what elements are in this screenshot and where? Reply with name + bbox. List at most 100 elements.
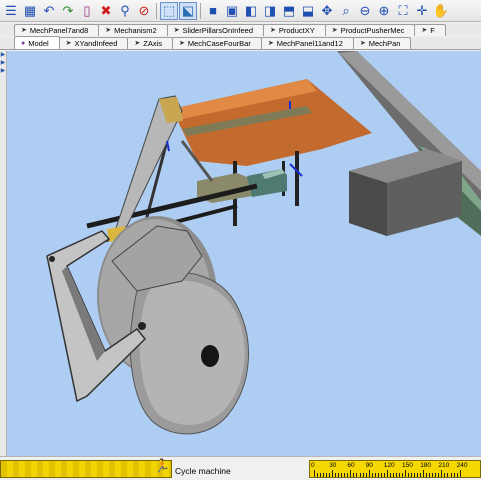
ruler-minor-tick [398, 473, 400, 477]
model-icon: ● [21, 39, 26, 47]
cycle-machine-label: Cycle machine [175, 466, 231, 476]
mechanism-icon: ➤ [21, 27, 27, 34]
view-bottom-icon[interactable]: ⬓ [299, 2, 317, 20]
view-right-icon[interactable]: ◨ [261, 2, 279, 20]
zoom-fit-icon[interactable]: ⌕ [337, 2, 355, 20]
tab-mechpanel11and12[interactable]: ➤ MechPanel11and12 [260, 37, 354, 49]
ruler-minor-tick [453, 473, 455, 477]
ruler-minor-tick [344, 473, 346, 477]
ruler-minor-tick [389, 473, 391, 477]
mechanism-icon: ➤ [270, 27, 276, 34]
fit-window-icon[interactable]: ⛶ [394, 2, 412, 20]
ruler-minor-tick [392, 473, 394, 477]
tab-label: Model [28, 38, 49, 48]
view-front-icon[interactable]: ■ [204, 2, 222, 20]
panel-arrow-icon[interactable]: ▶ [0, 67, 6, 75]
ruler-minor-tick [420, 473, 422, 477]
tab-sliderpillarsoninfeed[interactable]: ➤ SliderPillarsOnInfeed [166, 24, 264, 36]
mechanism-icon: ➤ [421, 27, 428, 34]
tab-label: ProductXY [278, 26, 315, 35]
ruler-minor-tick [456, 473, 458, 477]
ruler-minor-tick [426, 473, 428, 477]
ruler-minor-tick [335, 473, 337, 477]
mechanism-icon: ➤ [331, 27, 338, 34]
mechanism-icon: ➤ [359, 40, 366, 47]
ruler-tick-label: 210 [438, 462, 450, 469]
mechanism-icon: ➤ [134, 40, 141, 47]
zoom-in-icon[interactable]: ⊕ [375, 2, 393, 20]
ruler-tick-label: 240 [456, 462, 468, 469]
tab-label: MechCaseFourBar [187, 39, 251, 48]
cam-shaft-hole [201, 345, 219, 367]
redo-icon[interactable]: ↷ [59, 2, 77, 20]
ruler-tick-label: 30 [329, 462, 337, 469]
select-icon[interactable]: ⬚ [160, 1, 178, 20]
ruler-minor-tick [368, 473, 370, 477]
tab-label: F [430, 26, 435, 35]
ruler-minor-tick [353, 473, 355, 477]
mechanism-icon: ➤ [173, 27, 180, 34]
ruler-minor-tick [332, 473, 334, 477]
ruler-minor-tick [435, 473, 437, 477]
zoom-out-icon[interactable]: ⊖ [356, 2, 374, 20]
hand-icon[interactable]: ✋ [432, 2, 450, 20]
tab-label: ZAxis [143, 39, 162, 48]
ruler-minor-tick [323, 473, 325, 477]
main-toolbar: ☰ ▦ ↶ ↷ ▯ ✖ ⚲ ⊘ ⬚ ⬕ ■ ▣ ◧ ◨ ⬒ ⬓ ✥ ⌕ ⊖ ⊕ ⛶ ✛ ✋ [0, 0, 481, 22]
tab-productpushermec[interactable]: ➤ ProductPusherMec [324, 24, 416, 36]
tab-mechanism2[interactable]: ➤ Mechanism2 [98, 24, 168, 36]
view-left-icon[interactable]: ◧ [242, 2, 260, 20]
mechanism-icon: ➤ [179, 40, 185, 47]
timeline-bar: 🏃 Cycle machine 0 30 60 90 120 150 180 210 240 [0, 456, 481, 480]
clipboard-icon[interactable]: ▯ [78, 2, 96, 20]
tab-label: MechPanel7and8 [29, 26, 89, 35]
view-back-icon[interactable]: ▣ [223, 2, 241, 20]
panel-arrow-icon[interactable]: ▶ [0, 51, 6, 59]
ruler-minor-tick [347, 473, 349, 477]
running-man-icon[interactable]: 🏃 [154, 458, 170, 474]
view-top-icon[interactable]: ⬒ [280, 2, 298, 20]
ruler-minor-tick [444, 473, 446, 477]
tab-productxy[interactable]: ➤ ProductXY [263, 24, 326, 36]
mechanism-3d-scene [46, 51, 481, 435]
tab-label: ProductPusherMec [340, 26, 405, 35]
ruler-minor-tick [314, 473, 315, 477]
delete-icon[interactable]: ✖ [97, 2, 115, 20]
ruler-tick-label: 150 [402, 462, 413, 469]
tab-mechpanel7and8[interactable]: ➤ MechPanel7and8 [14, 24, 100, 36]
ruler-minor-tick [329, 473, 331, 477]
paint-icon[interactable]: ⚲ [116, 2, 134, 20]
ruler-minor-tick [417, 473, 419, 477]
ruler-minor-tick [383, 473, 385, 477]
ruler-minor-tick [374, 473, 376, 477]
rotate-icon[interactable]: ✥ [318, 2, 336, 20]
stop-icon[interactable]: ⊘ [135, 2, 153, 20]
ruler-minor-tick [405, 473, 406, 477]
ruler-tick-label: 90 [365, 462, 373, 469]
timeline-ruler[interactable]: 0 30 60 90 120 150 180 210 240 [309, 460, 481, 478]
tab-zaxis[interactable]: ➤ ZAxis [127, 37, 173, 49]
tab-model[interactable]: ● Model [14, 36, 60, 49]
tab-label: MechPan [368, 39, 401, 48]
ruler-minor-tick [362, 473, 364, 477]
list-icon[interactable]: ☰ [2, 2, 20, 20]
undo-icon[interactable]: ↶ [40, 2, 58, 20]
tab-row-bottom: ● Model ➤ XYandInfeed ➤ ZAxis ➤ MechCaseFourBar… [0, 36, 481, 50]
tab-mechcasefourbar[interactable]: ➤ MechCaseFourBar [172, 37, 262, 49]
tab-label: Mechanism2 [114, 26, 157, 35]
ruler-minor-tick [359, 473, 361, 477]
pan-icon[interactable]: ✛ [413, 2, 431, 20]
cycle-progress-track[interactable] [0, 460, 172, 478]
tab-mechpan[interactable]: ➤ MechPan [352, 37, 412, 49]
model-3d-viewport[interactable] [7, 51, 481, 456]
ruler-minor-tick [371, 473, 373, 477]
ruler-minor-tick [447, 473, 449, 477]
tab-f[interactable]: ➤ F [414, 24, 446, 36]
ruler-minor-tick [350, 473, 352, 477]
panel-arrow-icon[interactable]: ▶ [0, 59, 6, 67]
ruler-minor-tick [432, 473, 434, 477]
grid-icon[interactable]: ▦ [21, 2, 39, 20]
select-move-icon[interactable]: ⬕ [179, 1, 197, 20]
tab-xyandinfeed[interactable]: ➤ XYandInfeed [58, 37, 129, 49]
ruler-tick-label: 60 [347, 462, 355, 469]
